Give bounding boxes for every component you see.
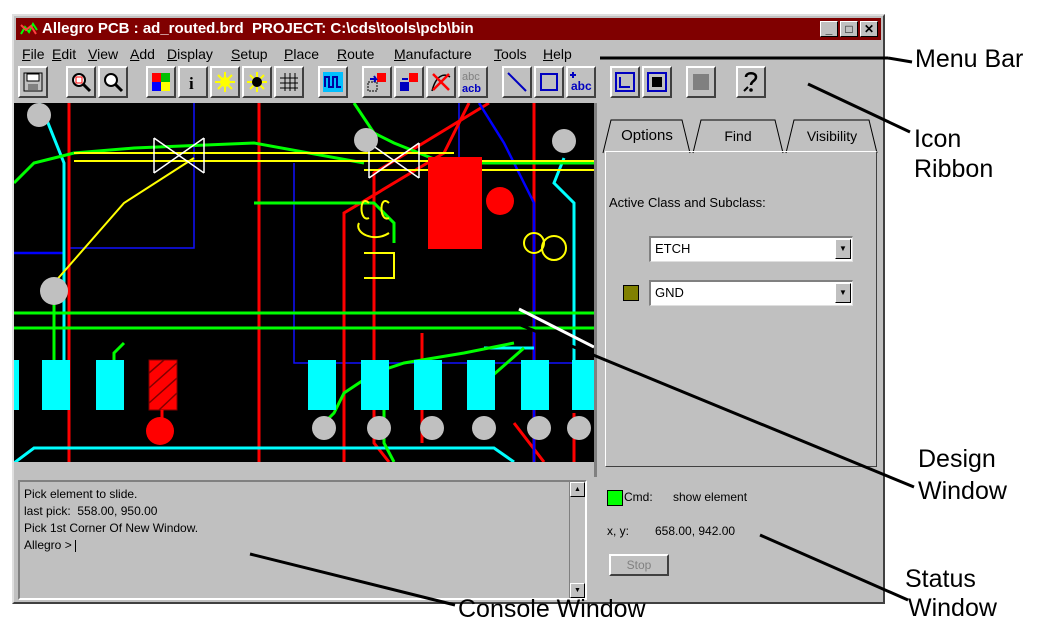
annotation-icon: Icon — [914, 125, 962, 153]
annotation-status: Status — [905, 565, 976, 593]
callout-lines — [249, 56, 915, 607]
annotation-design-window: Window — [918, 477, 1007, 505]
annotation-menu-bar: Menu Bar — [915, 45, 1024, 73]
annotation-design: Design — [918, 445, 996, 473]
annotation-ribbon: Ribbon — [914, 155, 994, 183]
annotation-console-window: Console Window — [458, 595, 646, 623]
annotation-status-window: Window — [908, 594, 997, 622]
